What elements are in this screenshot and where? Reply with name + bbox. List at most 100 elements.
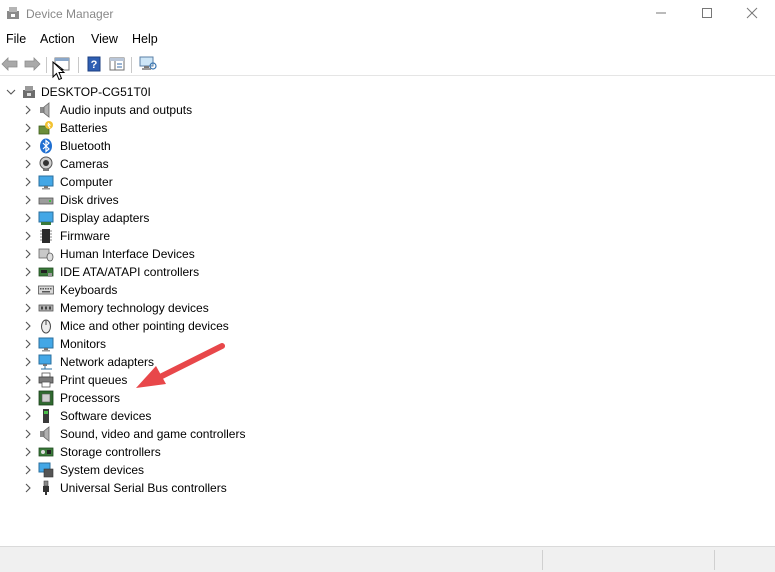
tree-item-storage-controllers[interactable]: Storage controllers xyxy=(0,443,775,461)
status-bar xyxy=(0,546,775,572)
tree-item-network-adapters[interactable]: Network adapters xyxy=(0,353,775,371)
chevron-right-icon[interactable] xyxy=(22,410,34,422)
keyboard-icon xyxy=(38,282,54,298)
console-tree-icon xyxy=(109,56,125,75)
chevron-right-icon[interactable] xyxy=(22,284,34,296)
tree-item-label: Keyboards xyxy=(60,283,118,297)
menu-action[interactable]: Action xyxy=(40,32,75,46)
tree-item-label: Bluetooth xyxy=(60,139,111,153)
chevron-right-icon[interactable] xyxy=(22,122,34,134)
help-button[interactable]: ? xyxy=(84,55,104,75)
title-bar: Device Manager xyxy=(0,0,775,28)
tree-item-ide-ata-atapi-controllers[interactable]: IDE ATA/ATAPI controllers xyxy=(0,263,775,281)
chevron-right-icon[interactable] xyxy=(22,356,34,368)
camera-icon xyxy=(38,156,54,172)
tree-item-sound-video-game-controllers[interactable]: Sound, video and game controllers xyxy=(0,425,775,443)
scan-hardware-button[interactable] xyxy=(138,55,158,75)
monitor-icon xyxy=(38,174,54,190)
menu-view[interactable]: View xyxy=(91,32,118,46)
tree-item-label: Batteries xyxy=(60,121,108,135)
chevron-right-icon[interactable] xyxy=(22,428,34,440)
tree-item-label: Human Interface Devices xyxy=(60,247,195,261)
monitor-icon xyxy=(38,336,54,352)
chevron-right-icon[interactable] xyxy=(22,446,34,458)
tree-item-display-adapters[interactable]: Display adapters xyxy=(0,209,775,227)
device-manager-icon xyxy=(6,6,20,20)
chevron-right-icon[interactable] xyxy=(22,194,34,206)
tree-item-system-devices[interactable]: System devices xyxy=(0,461,775,479)
close-icon xyxy=(746,7,758,22)
tree-item-human-interface-devices[interactable]: Human Interface Devices xyxy=(0,245,775,263)
chevron-right-icon[interactable] xyxy=(22,482,34,494)
network-icon xyxy=(38,354,54,370)
tree-item-label: Storage controllers xyxy=(60,445,161,459)
tree-item-print-queues[interactable]: Print queues xyxy=(0,371,775,389)
chevron-right-icon[interactable] xyxy=(22,176,34,188)
printer-icon xyxy=(38,372,54,388)
tree-item-label: Disk drives xyxy=(60,193,119,207)
tree-item-memory-technology-devices[interactable]: Memory technology devices xyxy=(0,299,775,317)
chevron-right-icon[interactable] xyxy=(22,104,34,116)
memory-icon xyxy=(38,300,54,316)
chevron-right-icon[interactable] xyxy=(22,392,34,404)
tree-item-processors[interactable]: Processors xyxy=(0,389,775,407)
forward-icon xyxy=(23,56,41,74)
processor-icon xyxy=(38,390,54,406)
storage-controller-icon xyxy=(38,444,54,460)
forward-button[interactable] xyxy=(22,55,42,75)
back-button[interactable] xyxy=(0,55,20,75)
tree-root-node[interactable]: DESKTOP-CG51T0I xyxy=(0,83,300,101)
tree-item-label: Print queues xyxy=(60,373,128,387)
tree-item-label: System devices xyxy=(60,463,145,477)
system-device-icon xyxy=(38,462,54,478)
disk-drive-icon xyxy=(38,192,54,208)
computer-name-label: DESKTOP-CG51T0I xyxy=(41,85,151,99)
tree-item-usb-controllers[interactable]: Universal Serial Bus controllers xyxy=(0,479,775,497)
chevron-right-icon[interactable] xyxy=(22,374,34,386)
tree-item-cameras[interactable]: Cameras xyxy=(0,155,775,173)
tree-item-monitors[interactable]: Monitors xyxy=(0,335,775,353)
display-adapter-icon xyxy=(38,210,54,226)
tree-item-audio-inputs-outputs[interactable]: Audio inputs and outputs xyxy=(0,101,775,119)
ide-controller-icon xyxy=(38,264,54,280)
console-tree-button[interactable] xyxy=(107,55,127,75)
chevron-right-icon[interactable] xyxy=(22,248,34,260)
chip-icon xyxy=(38,228,54,244)
device-tree: DESKTOP-CG51T0I Audio inputs and outputs… xyxy=(0,83,775,545)
tree-item-computer[interactable]: Computer xyxy=(0,173,775,191)
window-title: Device Manager xyxy=(26,7,114,21)
tree-item-label: Network adapters xyxy=(60,355,155,369)
chevron-right-icon[interactable] xyxy=(22,212,34,224)
tree-item-batteries[interactable]: Batteries xyxy=(0,119,775,137)
chevron-right-icon[interactable] xyxy=(22,230,34,242)
chevron-right-icon[interactable] xyxy=(22,158,34,170)
tree-item-label: Mice and other pointing devices xyxy=(60,319,229,333)
computer-icon xyxy=(21,84,37,100)
tree-item-mice-pointing-devices[interactable]: Mice and other pointing devices xyxy=(0,317,775,335)
usb-icon xyxy=(38,480,54,496)
software-device-icon xyxy=(38,408,54,424)
chevron-right-icon[interactable] xyxy=(22,338,34,350)
menu-help[interactable]: Help xyxy=(132,32,158,46)
tree-item-keyboards[interactable]: Keyboards xyxy=(0,281,775,299)
chevron-right-icon[interactable] xyxy=(22,320,34,332)
tree-item-firmware[interactable]: Firmware xyxy=(0,227,775,245)
battery-icon xyxy=(38,120,54,136)
close-button[interactable] xyxy=(729,0,775,28)
menu-file[interactable]: File xyxy=(6,32,26,46)
tree-item-bluetooth[interactable]: Bluetooth xyxy=(0,137,775,155)
chevron-right-icon[interactable] xyxy=(22,266,34,278)
tree-item-label: Firmware xyxy=(60,229,110,243)
chevron-right-icon[interactable] xyxy=(22,302,34,314)
menu-bar: File Action View Help xyxy=(0,30,775,50)
tree-item-software-devices[interactable]: Software devices xyxy=(0,407,775,425)
tree-item-disk-drives[interactable]: Disk drives xyxy=(0,191,775,209)
mouse-icon xyxy=(38,318,54,334)
tree-item-label: Display adapters xyxy=(60,211,150,225)
chevron-right-icon[interactable] xyxy=(22,464,34,476)
maximize-button[interactable] xyxy=(684,0,730,28)
chevron-down-icon[interactable] xyxy=(5,86,17,98)
tree-item-label: Software devices xyxy=(60,409,152,423)
minimize-button[interactable] xyxy=(638,0,684,28)
chevron-right-icon[interactable] xyxy=(22,140,34,152)
